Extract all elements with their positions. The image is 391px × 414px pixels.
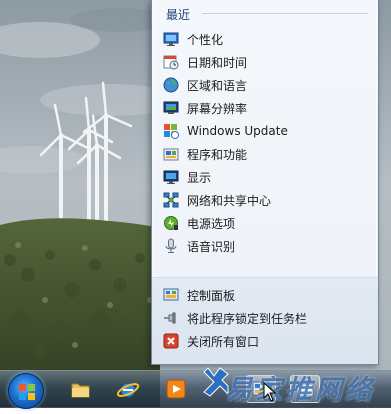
jump-item-label: 屏幕分辨率 <box>187 101 248 116</box>
date-time-icon <box>163 54 179 70</box>
task-close-all-windows[interactable]: 关闭所有窗口 <box>163 330 363 352</box>
jump-item-display[interactable]: 显示 <box>163 166 363 188</box>
taskbar-media-player-button[interactable] <box>161 375 191 403</box>
jump-item-region-language[interactable]: 区域和语言 <box>163 74 363 96</box>
taskbar-explorer-button[interactable] <box>65 375 95 403</box>
watermark-text: 易家推网络 <box>225 375 375 406</box>
jump-item-speech-recognition[interactable]: 语音识别 <box>163 235 363 257</box>
media-player-icon <box>166 379 186 399</box>
pin-icon <box>163 310 179 326</box>
power-options-icon <box>163 215 179 231</box>
control-panel-icon <box>163 287 179 303</box>
task-label: 将此程序锁定到任务栏 <box>187 311 308 326</box>
jump-item-power-options[interactable]: 电源选项 <box>163 212 363 234</box>
jump-item-label: 个性化 <box>187 32 224 47</box>
recent-section-header: 最近 <box>166 8 191 22</box>
screen-resolution-icon <box>163 100 179 116</box>
jump-item-label: 语音识别 <box>187 239 236 254</box>
mouse-cursor-icon <box>263 382 277 402</box>
section-divider <box>202 13 368 14</box>
start-button[interactable] <box>8 373 44 409</box>
jump-item-personalization[interactable]: 个性化 <box>163 28 363 50</box>
task-label: 控制面板 <box>187 288 236 303</box>
ie-icon <box>116 382 140 398</box>
windows-logo-icon <box>19 384 35 400</box>
jump-item-screen-resolution[interactable]: 屏幕分辨率 <box>163 97 363 119</box>
jump-item-windows-update[interactable]: Windows Update <box>163 120 363 142</box>
programs-features-icon <box>163 146 179 162</box>
task-pin-to-taskbar[interactable]: 将此程序锁定到任务栏 <box>163 307 363 329</box>
close-window-icon <box>163 333 179 349</box>
region-language-icon <box>163 77 179 93</box>
folder-icon <box>71 383 90 398</box>
jump-item-label: 电源选项 <box>187 216 236 231</box>
jump-item-label: 显示 <box>187 170 212 185</box>
display-icon <box>163 169 179 185</box>
task-label: 关闭所有窗口 <box>187 334 260 349</box>
jump-item-label: 区域和语言 <box>187 78 248 93</box>
jump-item-network-sharing[interactable]: 网络和共享中心 <box>163 189 363 211</box>
jump-item-label: Windows Update <box>187 124 288 138</box>
speech-recognition-icon <box>163 238 179 254</box>
task-control-panel[interactable]: 控制面板 <box>163 284 363 306</box>
jump-list-panel: 最近 个性化 日期和时间 区域和语言 屏幕分辨率 Windows Update <box>151 0 379 365</box>
jump-item-label: 日期和时间 <box>187 55 248 70</box>
jump-item-label: 程序和功能 <box>187 147 248 162</box>
windows-update-icon <box>163 123 179 139</box>
taskbar-ie-button[interactable] <box>113 375 143 403</box>
network-sharing-icon <box>163 192 179 208</box>
jump-item-programs-features[interactable]: 程序和功能 <box>163 143 363 165</box>
jump-item-label: 网络和共享中心 <box>187 193 272 208</box>
jump-item-date-time[interactable]: 日期和时间 <box>163 51 363 73</box>
personalization-icon <box>163 31 179 47</box>
